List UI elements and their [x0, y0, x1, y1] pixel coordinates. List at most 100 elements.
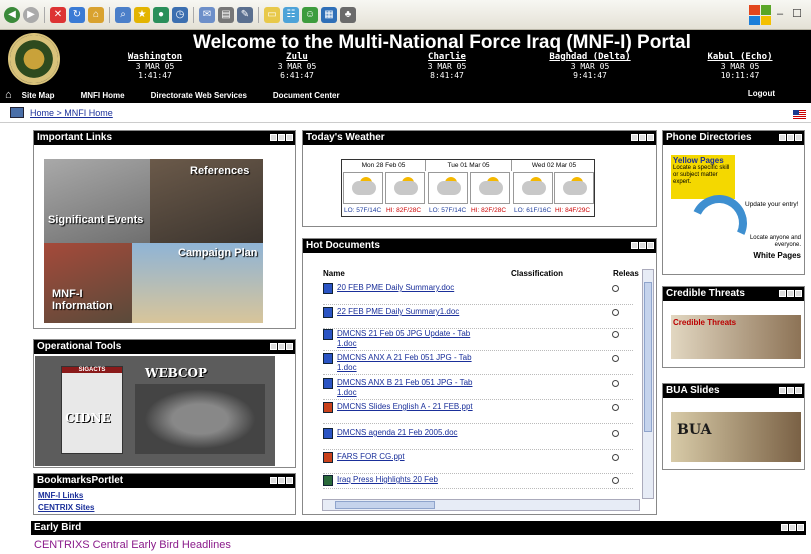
- scrollbar-thumb[interactable]: [335, 501, 435, 509]
- portlet-header: Important Links: [34, 131, 295, 145]
- document-link[interactable]: DMCNS ANX A 21 Feb 051 JPG - Tab 1.doc: [337, 353, 487, 373]
- release-radio[interactable]: [612, 309, 619, 316]
- clock-city[interactable]: Charlie: [407, 53, 487, 62]
- stop-icon[interactable]: ✕: [50, 6, 66, 23]
- word-doc-icon: [323, 428, 333, 439]
- messenger-icon[interactable]: ☺: [302, 6, 318, 23]
- document-icon: [323, 475, 333, 486]
- release-radio[interactable]: [612, 285, 619, 292]
- clock-city[interactable]: Zulu: [257, 53, 337, 62]
- cloud-icon: [563, 181, 587, 195]
- windows-logo-icon: [749, 5, 771, 25]
- portlet-controls[interactable]: [779, 290, 802, 297]
- portlet-controls[interactable]: [270, 477, 293, 484]
- document-link[interactable]: DMCNS Slides English A - 21 FEB.ppt: [337, 402, 487, 412]
- search-icon[interactable]: ⌕: [115, 6, 131, 23]
- logout-button[interactable]: Logout: [748, 89, 775, 98]
- clock-zulu: Zulu 3 MAR 05 6:41:47: [257, 53, 337, 81]
- forward-icon[interactable]: ▶: [23, 6, 39, 23]
- release-radio[interactable]: [612, 331, 619, 338]
- column-header-name[interactable]: Name: [323, 269, 345, 278]
- portlet-controls[interactable]: [270, 134, 293, 141]
- vertical-scrollbar[interactable]: [642, 269, 654, 499]
- document-link[interactable]: FARS FOR CG.ppt: [337, 452, 487, 462]
- credible-threats-link[interactable]: Credible Threats: [671, 315, 801, 359]
- release-radio[interactable]: [612, 477, 619, 484]
- clock-time: 8:41:47: [430, 71, 464, 80]
- portlet-header: BookmarksPortlet: [34, 474, 295, 488]
- document-link[interactable]: 22 FEB PME Daily Summary1.doc: [337, 307, 487, 317]
- document-link[interactable]: DMCNS ANX B 21 Feb 051 JPG - Tab 1.doc: [337, 378, 487, 398]
- portlet-title: Important Links: [37, 132, 113, 143]
- portlet-controls[interactable]: [781, 524, 804, 531]
- messenger-dropdown-icon[interactable]: ♣: [340, 6, 356, 23]
- portlet-header: Today's Weather: [303, 131, 656, 145]
- document-link[interactable]: Iraq Press Highlights 20 Feb: [337, 475, 487, 485]
- print-icon[interactable]: ▤: [218, 6, 234, 23]
- release-radio[interactable]: [612, 404, 619, 411]
- nav-document-center[interactable]: Document Center: [273, 91, 340, 100]
- bookmark-link[interactable]: MNF-I Links: [38, 491, 83, 500]
- portal-title: Welcome to the Multi-National Force Iraq…: [193, 32, 691, 53]
- breadcrumb[interactable]: Home > MNFI Home: [30, 108, 113, 118]
- mail-icon[interactable]: ✉: [199, 6, 215, 23]
- history-icon[interactable]: ◷: [172, 6, 188, 23]
- powerpoint-icon: [323, 402, 333, 413]
- operational-tools-image[interactable]: SIGACTS WEBCOP CIDNE: [35, 356, 275, 466]
- column-header-release[interactable]: Releas: [613, 269, 639, 278]
- portlet-header: Operational Tools: [34, 340, 295, 354]
- significant-events-label: Significant Events: [48, 214, 144, 226]
- mnfi-information-link[interactable]: MNF-I Information: [44, 243, 132, 323]
- clock-kabul: Kabul (Echo) 3 MAR 05 10:11:47: [695, 53, 785, 81]
- media-icon[interactable]: ●: [153, 6, 169, 23]
- bookmarks-portlet: BookmarksPortlet MNF-I Links CENTRIX Sit…: [33, 473, 296, 515]
- favorites-icon[interactable]: ★: [134, 6, 150, 23]
- portlet-controls[interactable]: [631, 134, 654, 141]
- campaign-plan-link[interactable]: Campaign Plan: [132, 243, 263, 323]
- refresh-icon[interactable]: ↻: [69, 6, 85, 23]
- references-label: References: [190, 165, 250, 177]
- research-icon[interactable]: ▦: [321, 6, 337, 23]
- clock-city[interactable]: Kabul (Echo): [695, 53, 785, 62]
- home-icon[interactable]: ⌂: [88, 6, 104, 23]
- back-icon[interactable]: ◀: [4, 6, 20, 23]
- references-link[interactable]: References: [150, 159, 263, 243]
- document-link[interactable]: 20 FEB PME Daily Summary.doc: [337, 283, 487, 293]
- release-radio[interactable]: [612, 430, 619, 437]
- release-radio[interactable]: [612, 454, 619, 461]
- site-icon: [10, 107, 24, 118]
- bua-slides-link[interactable]: BUA: [671, 412, 801, 462]
- portlet-controls[interactable]: [270, 343, 293, 350]
- word-doc-icon: [323, 307, 333, 318]
- us-flag-icon[interactable]: [793, 110, 806, 119]
- world-map-image: [135, 384, 265, 454]
- phone-directories-link[interactable]: Yellow Pages Locate a specific skill or …: [671, 155, 801, 267]
- clock-baghdad: Baghdad (Delta) 3 MAR 05 9:41:47: [540, 53, 640, 81]
- discuss-icon[interactable]: ☷: [283, 6, 299, 23]
- folder-icon[interactable]: ▭: [264, 6, 280, 23]
- bookmark-link[interactable]: CENTRIX Sites: [38, 503, 94, 512]
- weather-low: LO: 57F/14C: [344, 207, 382, 214]
- nav-directorate-web-services[interactable]: Directorate Web Services: [151, 91, 247, 100]
- document-link[interactable]: DMCNS agenda 21 Feb 2005.doc: [337, 428, 487, 438]
- nav-site-map[interactable]: Site Map: [22, 91, 55, 100]
- home-icon[interactable]: ⌂: [5, 89, 12, 101]
- release-radio[interactable]: [612, 380, 619, 387]
- horizontal-scrollbar[interactable]: [322, 499, 640, 511]
- portlet-controls[interactable]: [631, 242, 654, 249]
- release-radio[interactable]: [612, 355, 619, 362]
- nav-mnfi-home[interactable]: MNFI Home: [81, 91, 125, 100]
- document-link[interactable]: DMCNS 21 Feb 05 JPG Update - Tab 1.doc: [337, 329, 487, 349]
- window-controls[interactable]: – ☐: [777, 7, 805, 20]
- edit-icon[interactable]: ✎: [237, 6, 253, 23]
- portlet-controls[interactable]: [779, 134, 802, 141]
- clock-city[interactable]: Baghdad (Delta): [540, 53, 640, 62]
- portlet-controls[interactable]: [779, 387, 802, 394]
- scrollbar-thumb[interactable]: [644, 282, 652, 432]
- significant-events-link[interactable]: Significant Events: [44, 159, 150, 243]
- portal-banner: Welcome to the Multi-National Force Iraq…: [0, 30, 811, 87]
- column-header-classification[interactable]: Classification: [511, 269, 563, 278]
- early-bird-headline[interactable]: CENTRIXS Central Early Bird Headlines: [34, 539, 231, 551]
- portlet-title: BUA Slides: [666, 385, 720, 396]
- clock-city[interactable]: Washington: [115, 53, 195, 62]
